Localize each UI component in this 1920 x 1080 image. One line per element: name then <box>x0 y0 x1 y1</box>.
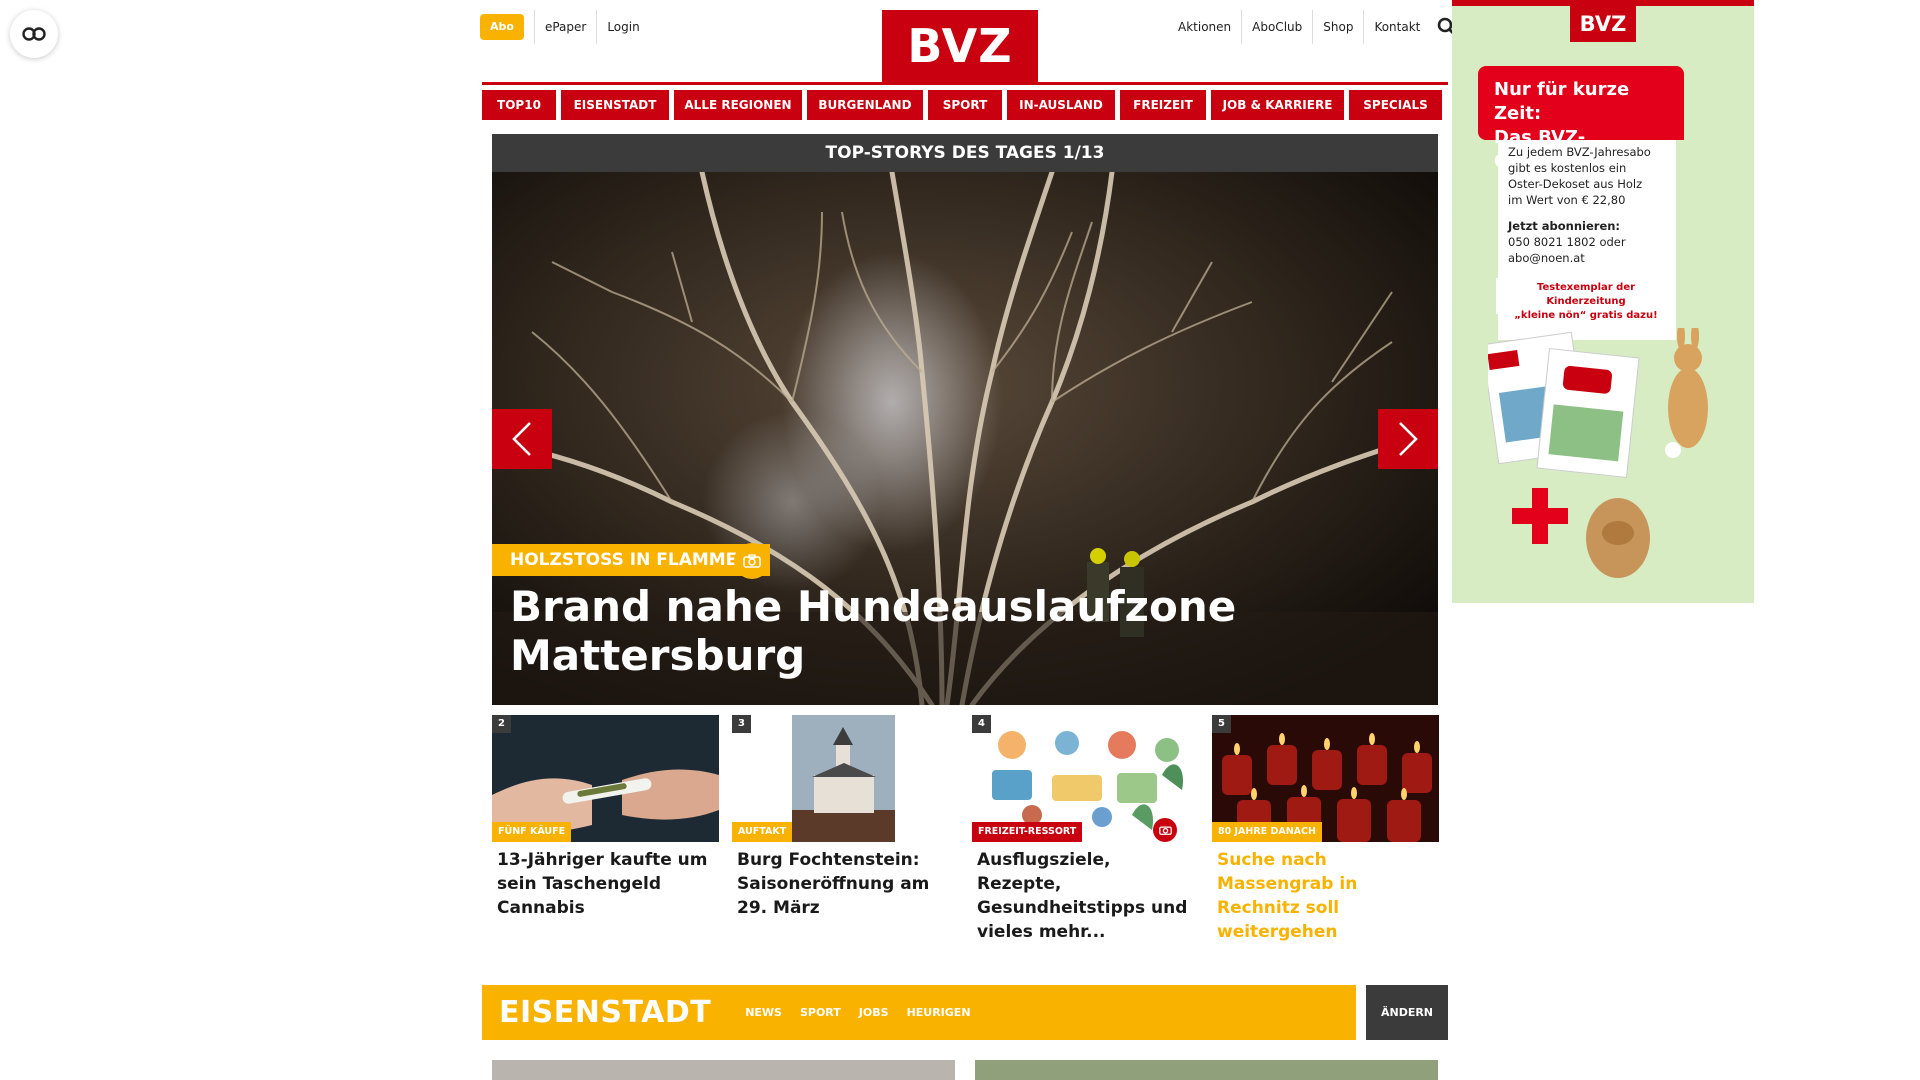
nav-item-top10[interactable]: TOP10 <box>482 90 556 120</box>
ad-headline-line-1: Nur für kurze Zeit: <box>1494 79 1630 124</box>
region-bar: EISENSTADT NEWS SPORT JOBS HEURIGEN <box>482 985 1356 1040</box>
story-image: 5 80 JAHRE DANACH <box>1212 715 1439 842</box>
ad-headline: Nur für kurze Zeit: Das BVZ-Osterabo! <box>1478 66 1684 172</box>
ad-body-line: im Wert von € 22,80 <box>1508 193 1626 207</box>
bvz-logo[interactable]: BVZ <box>882 10 1038 82</box>
nav-item-eisenstadt[interactable]: EISENSTADT <box>561 90 669 120</box>
story-tag: AUFTAKT <box>732 822 793 842</box>
main-nav: TOP10 EISENSTADT ALLE REGIONEN BURGENLAN… <box>482 90 1448 120</box>
login-link[interactable]: Login <box>596 10 649 44</box>
story-cards: 2 FÜNF KÄUFE 13-Jähriger kaufte um sein … <box>492 715 1439 944</box>
region-link-sport[interactable]: SPORT <box>800 1006 841 1019</box>
hero-slide[interactable]: HOLZSTOSS IN FLAMMEN Brand nahe Hundeaus… <box>492 172 1438 705</box>
kontakt-link[interactable]: Kontakt <box>1364 10 1430 44</box>
accessibility-button[interactable] <box>10 10 58 58</box>
ad-products-illustration <box>1488 328 1708 578</box>
change-region-button[interactable]: ÄNDERN <box>1366 985 1448 1040</box>
ad-body-line: gibt es kostenlos ein <box>1508 161 1627 175</box>
camera-icon <box>743 554 761 568</box>
gallery-badge <box>1153 818 1177 842</box>
nav-item-in-ausland[interactable]: IN-AUSLAND <box>1007 90 1115 120</box>
ad-plus-sign <box>1512 488 1568 544</box>
ad-body-line: Zu jedem BVZ-Jahresabo <box>1508 145 1651 159</box>
story-card[interactable]: 2 FÜNF KÄUFE 13-Jähriger kaufte um sein … <box>492 715 719 944</box>
header-divider <box>482 82 1448 85</box>
region-story-image[interactable] <box>975 1060 1438 1080</box>
story-tag: FÜNF KÄUFE <box>492 822 572 842</box>
region-link-heurigen[interactable]: HEURIGEN <box>907 1006 971 1019</box>
nav-item-alle-regionen[interactable]: ALLE REGIONEN <box>674 90 802 120</box>
aktionen-link[interactable]: Aktionen <box>1168 10 1243 44</box>
nav-item-job-karriere[interactable]: JOB & KARRIERE <box>1211 90 1344 120</box>
story-rank: 5 <box>1212 715 1231 733</box>
ad-note-line-2: „kleine nön“ gratis dazu! <box>1514 310 1658 321</box>
story-card[interactable]: 4 FREIZEIT-RESSORT Ausflugsziele, Rezept… <box>972 715 1199 944</box>
story-tag: 80 JAHRE DANACH <box>1212 822 1322 842</box>
ad-note: Testexemplar der Kinderzeitung „kleine n… <box>1496 278 1676 321</box>
accessibility-icon <box>22 27 46 41</box>
camera-icon <box>1158 826 1172 835</box>
story-title[interactable]: Suche nach Massengrab in Rechnitz soll w… <box>1212 842 1439 944</box>
hero-headline[interactable]: Brand nahe Hundeauslaufzone Mattersburg <box>510 582 1270 680</box>
ad-email: abo@noen.at <box>1508 251 1585 265</box>
chevron-left-icon <box>512 422 531 456</box>
ad-cta: Jetzt abonnieren: <box>1508 219 1621 233</box>
story-title[interactable]: Burg Fochtenstein: Saisoneröffnung am 29… <box>732 842 959 920</box>
nav-item-specials[interactable]: SPECIALS <box>1349 90 1442 120</box>
header-right-links: Aktionen AboClub Shop Kontakt <box>1168 10 1458 44</box>
hero-category-tag: HOLZSTOSS IN FLAMMEN <box>492 544 770 576</box>
nav-item-sport[interactable]: SPORT <box>928 90 1002 120</box>
story-image: 2 FÜNF KÄUFE <box>492 715 719 842</box>
story-card[interactable]: 5 80 JAHRE DANACH Suche nach Massengrab … <box>1212 715 1439 944</box>
region-story-image[interactable] <box>492 1060 955 1080</box>
story-title[interactable]: Ausflugsziele, Rezepte, Gesundheitstipps… <box>972 842 1199 944</box>
story-tag: FREIZEIT-RESSORT <box>972 822 1083 842</box>
next-slide-button[interactable] <box>1378 409 1438 469</box>
abo-button[interactable]: Abo <box>480 14 524 40</box>
gallery-badge <box>734 543 770 579</box>
page: Abo ePaper Login BVZ Aktionen AboClub Sh… <box>0 0 1920 1080</box>
story-card[interactable]: 3 AUFTAKT Burg Fochtenstein: Saisoneröff… <box>732 715 959 944</box>
chevron-right-icon <box>1399 422 1418 456</box>
region-link-news[interactable]: NEWS <box>745 1006 782 1019</box>
story-image: 3 AUFTAKT <box>732 715 959 842</box>
story-title[interactable]: 13-Jähriger kaufte um sein Taschengeld C… <box>492 842 719 920</box>
story-rank: 3 <box>732 715 751 733</box>
nav-item-freizeit[interactable]: FREIZEIT <box>1120 90 1206 120</box>
story-image: 4 FREIZEIT-RESSORT <box>972 715 1199 842</box>
nav-item-burgenland[interactable]: BURGENLAND <box>807 90 923 120</box>
ad-phone: 050 8021 1802 oder <box>1508 235 1626 249</box>
aboclub-link[interactable]: AboClub <box>1242 10 1314 44</box>
header-left-links: Abo ePaper Login <box>480 10 650 44</box>
shop-link[interactable]: Shop <box>1313 10 1365 44</box>
ad-logo: BVZ <box>1570 6 1636 42</box>
region-link-jobs[interactable]: JOBS <box>859 1006 889 1019</box>
epaper-link[interactable]: ePaper <box>533 10 596 44</box>
story-rank: 4 <box>972 715 991 733</box>
top-stories-title: TOP-STORYS DES TAGES 1/13 <box>492 134 1438 172</box>
ad-body-line: Oster-Dekoset aus Holz <box>1508 177 1643 191</box>
advertisement[interactable]: BVZ Nur für kurze Zeit: Das BVZ-Osterabo… <box>1452 0 1754 603</box>
ad-note-line-1: Testexemplar der Kinderzeitung <box>1536 282 1636 307</box>
story-rank: 2 <box>492 715 511 733</box>
region-title[interactable]: EISENSTADT <box>482 995 745 1030</box>
prev-slide-button[interactable] <box>492 409 552 469</box>
